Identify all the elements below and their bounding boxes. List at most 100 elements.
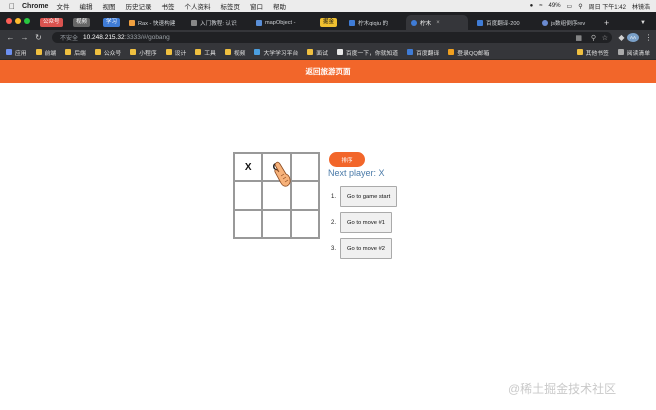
bookmark-tools[interactable]: 工具 (195, 48, 216, 57)
tab-rax[interactable]: Rax - 快速构建 (124, 15, 181, 30)
bookmark-backend[interactable]: 后端 (65, 48, 86, 57)
forward-arrow-icon[interactable]: → (20, 33, 29, 42)
board-square[interactable]: X (234, 153, 263, 182)
tab-close-icon[interactable]: × (436, 20, 440, 26)
tab-title: js数组倒序rev (551, 20, 586, 27)
bookmark-label: 大学学习平台 (263, 50, 299, 57)
zoom-icon[interactable]: ⚲ (591, 34, 596, 42)
not-secure-indicator[interactable]: 不安全 (60, 33, 78, 42)
new-tab-icon[interactable]: + (604, 15, 616, 30)
tab-active-lingmu[interactable]: 柠木 × (406, 15, 468, 30)
menu-bookmarks[interactable]: 书签 (161, 1, 174, 11)
profile-avatar-icon[interactable]: AA (627, 33, 639, 42)
tab-title: 入门教程: 认识 (200, 20, 237, 27)
search-icon[interactable]: ⚲ (578, 3, 582, 10)
reading-list-icon (617, 49, 624, 55)
close-window-icon[interactable] (6, 18, 12, 24)
list-item: 3. Go to move #2 (331, 238, 397, 259)
menu-edit[interactable]: 编辑 (79, 1, 92, 11)
battery-percent: 49% (548, 3, 561, 9)
bookmark-interview[interactable]: 面试 (307, 48, 328, 57)
bookmark-video[interactable]: 视频 (224, 48, 246, 57)
bookmark-star-icon[interactable]: ☆ (602, 34, 608, 42)
bookmark-label: 面试 (316, 50, 328, 57)
bookmark-miniprogram[interactable]: 小程序 (130, 48, 157, 57)
tab-tutorial[interactable]: 入门教程: 认识 (186, 15, 248, 30)
tab-group-juejin[interactable]: 掘金 (320, 15, 342, 30)
move-number: 1. (331, 193, 337, 200)
bookmark-label: 视频 (233, 50, 246, 57)
tab-js-reverse[interactable]: js数组倒序rev (537, 15, 599, 30)
tab-group-label: 公众号 (40, 18, 63, 27)
tab-title: 柠木qiqiu 的 (358, 20, 389, 27)
tab-group-video[interactable]: 视频 (73, 15, 95, 30)
bookmark-frontend[interactable]: 前端 (35, 48, 56, 57)
bookmark-label: 登录QQ邮箱 (457, 50, 490, 57)
wechat-icon[interactable]: ● (530, 3, 534, 9)
tab-group-gongzhonghao[interactable]: 公众号 (40, 15, 70, 30)
menu-profile[interactable]: 个人资料 (184, 1, 210, 11)
menu-view[interactable]: 视图 (102, 1, 115, 11)
bookmark-baidu[interactable]: 百度一下，你就知道 (336, 48, 399, 57)
board-square[interactable] (234, 181, 263, 210)
bookmark-university[interactable]: 大学学习平台 (254, 48, 298, 57)
tab-group-label: 掘金 (320, 18, 338, 27)
menu-history[interactable]: 历史记录 (125, 1, 151, 11)
bookmark-design[interactable]: 设计 (165, 48, 186, 57)
bookmark-label: 阅读清单 (626, 50, 650, 57)
user-name[interactable]: 林镜浩 (632, 2, 650, 11)
menu-tabs[interactable]: 标签页 (220, 1, 240, 11)
battery-icon[interactable]: ▭ (567, 3, 573, 10)
back-to-travel-bar[interactable]: 返回旅游页面 (0, 60, 656, 83)
bookmark-qqmail[interactable]: 登录QQ邮箱 (448, 48, 489, 57)
app-name[interactable]: Chrome (22, 3, 48, 10)
bookmark-label: 百度一下，你就知道 (345, 50, 399, 57)
tab-group-study[interactable]: 学习 (103, 15, 123, 30)
apple-icon[interactable]:  (6, 2, 18, 11)
back-arrow-icon[interactable]: ← (6, 33, 15, 42)
tab-title: 百度翻译-200 (486, 20, 520, 27)
menu-file[interactable]: 文件 (56, 1, 69, 11)
board-square[interactable] (290, 181, 319, 210)
watermark: @稀土掘金技术社区 (508, 382, 617, 396)
minimize-window-icon[interactable] (15, 18, 21, 24)
reading-list[interactable]: 阅读清单 (617, 48, 650, 57)
mail-icon (448, 49, 455, 55)
go-to-move-1-button[interactable]: Go to move #1 (340, 212, 393, 233)
datetime[interactable]: 周日 下午1:42 (589, 2, 626, 11)
tab-mapobject[interactable]: mapObject - (251, 15, 317, 30)
bookmark-apps[interactable]: 应用 (6, 48, 27, 57)
menu-help[interactable]: 帮助 (273, 1, 286, 11)
page-title[interactable]: 返回旅游页面 (306, 66, 351, 77)
go-to-move-2-button[interactable]: Go to move #2 (340, 238, 393, 259)
more-menu-icon[interactable]: ⋮ (644, 33, 653, 42)
tab-baidu-translate[interactable]: 百度翻译-200 (472, 15, 534, 30)
menu-window[interactable]: 窗口 (250, 1, 263, 11)
bookmark-label: 其他书签 (585, 50, 609, 57)
zoom-window-icon[interactable] (24, 18, 30, 24)
folder-icon (165, 49, 172, 55)
url-bar[interactable]: 不安全 10.248.215.32 :3333/#/gobang ▦ ⚲ ☆ (52, 32, 612, 43)
board-square[interactable] (290, 209, 319, 238)
reload-icon[interactable]: ↻ (34, 33, 43, 42)
folder-icon (65, 49, 72, 55)
tab-favicon (477, 19, 483, 26)
url-path: :3333/#/gobang (124, 34, 170, 41)
qr-icon[interactable]: ▦ (575, 34, 582, 42)
next-player-status: Next player: X (328, 168, 385, 178)
go-to-game-start-button[interactable]: Go to game start (340, 186, 398, 207)
bookmark-baidu-translate[interactable]: 百度翻译 (407, 48, 439, 57)
tab-profile-qiqiu[interactable]: 柠木qiqiu 的 (344, 15, 404, 30)
tab-favicon (542, 19, 548, 26)
board-square[interactable] (290, 153, 319, 182)
wifi-icon[interactable]: ≈ (539, 3, 542, 9)
board-square[interactable] (262, 209, 291, 238)
board-square[interactable] (234, 209, 263, 238)
tab-favicon (349, 19, 355, 26)
bookmark-gongzhonghao[interactable]: 公众号 (94, 48, 121, 57)
bookmark-other[interactable]: 其他书签 (576, 48, 609, 57)
tab-search-icon[interactable]: ▼ (640, 15, 652, 30)
extensions-icon[interactable]: ◆ (617, 33, 626, 42)
folder-icon (195, 49, 202, 55)
sort-button[interactable]: 排序 (329, 152, 365, 167)
